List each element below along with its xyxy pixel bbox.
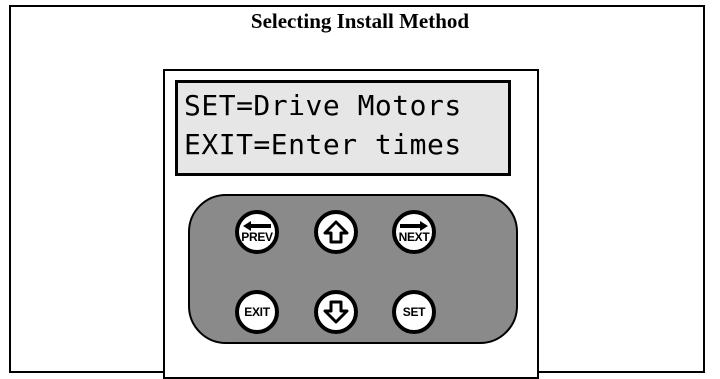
next-label: NEXT — [398, 230, 430, 244]
prev-label: PREV — [241, 230, 273, 244]
up-arrow-icon — [323, 220, 349, 244]
lcd-display: SET=Drive Motors EXIT=Enter times — [175, 80, 511, 176]
exit-label: EXIT — [244, 305, 270, 319]
prev-button[interactable]: PREV — [235, 210, 279, 254]
set-button[interactable]: SET — [392, 290, 436, 334]
lcd-line-2: EXIT=Enter times — [184, 128, 462, 161]
next-button[interactable]: NEXT — [392, 210, 436, 254]
up-button[interactable] — [314, 210, 358, 254]
figure-title: Selecting Install Method — [250, 9, 470, 33]
down-arrow-icon — [323, 300, 349, 324]
set-label: SET — [402, 305, 426, 319]
keypad: PREV NEXT EXIT SET — [188, 194, 518, 344]
lcd-line-1: SET=Drive Motors — [184, 89, 462, 122]
down-button[interactable] — [314, 290, 358, 334]
exit-button[interactable]: EXIT — [235, 290, 279, 334]
